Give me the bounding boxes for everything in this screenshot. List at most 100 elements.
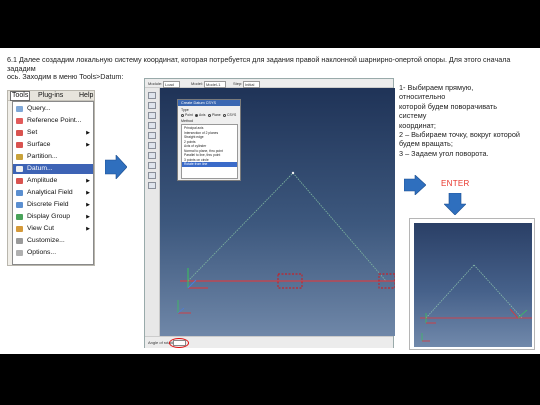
radio-axis[interactable]: Axis — [195, 113, 205, 117]
submenu-arrow-icon: ▶ — [86, 214, 90, 220]
menu-item-label: Query... — [27, 105, 51, 112]
menu-item-analytical-field[interactable]: Analytical Field ▶ — [13, 188, 93, 198]
menu-item-label: Set — [27, 129, 38, 136]
result-screenshot — [409, 218, 535, 350]
menu-item-label: Analytical Field — [27, 189, 73, 196]
surface-tool-icon[interactable] — [148, 172, 156, 179]
instructions: 1- Выбираем прямую, относительно которой… — [399, 83, 535, 158]
instruction-line: 1- Выбираем прямую, — [399, 83, 474, 92]
method-label: Method — [181, 119, 193, 123]
radio-icon — [223, 113, 226, 117]
heading-text-line3: ось. Заходим в меню Tools>Datum: — [7, 72, 124, 82]
set-tool-icon[interactable] — [148, 162, 156, 169]
menu-item-label: Amplitude — [27, 177, 58, 184]
query-tool-icon[interactable] — [148, 182, 156, 189]
reference-point-icon — [16, 118, 23, 124]
options-icon — [16, 250, 23, 256]
customize-icon — [16, 238, 23, 244]
menu-tools[interactable]: Tools — [10, 91, 31, 101]
menu-help[interactable]: Help — [79, 91, 93, 101]
menu-item-label: Discrete Field — [27, 201, 69, 208]
instruction-line: будем вращать; — [399, 139, 453, 149]
radio-point[interactable]: Point — [181, 113, 193, 117]
instruction-line: координат; — [399, 120, 436, 130]
analytical-field-icon — [16, 190, 23, 196]
instruction-line: 2 – Выбираем точку, вокруг которой — [399, 130, 521, 140]
radio-icon — [181, 113, 184, 117]
menu-item-options[interactable]: Options... — [13, 248, 93, 258]
query-icon — [16, 106, 23, 112]
menu-item-set[interactable]: Set ▶ — [13, 128, 93, 138]
model-select[interactable]: Model-1 — [204, 81, 227, 88]
submenu-arrow-icon: ▶ — [86, 178, 90, 184]
instruction-line: которой будем поворачивать — [399, 101, 498, 111]
tool-sidebar — [145, 88, 160, 336]
result-viewport — [414, 223, 532, 347]
submenu-arrow-icon: ▶ — [86, 202, 90, 208]
heading-text: 6.1 Далее создадим локальную систему коо… — [7, 55, 511, 73]
menu-item-datum[interactable]: Datum... — [13, 164, 93, 174]
instruction-line: относительно — [399, 92, 446, 102]
instruction-line: систему — [399, 111, 427, 121]
display-group-icon — [16, 214, 23, 220]
menu-item-amplitude[interactable]: Amplitude ▶ — [13, 176, 93, 186]
method-item-selected[interactable]: Rotate from line — [182, 162, 237, 167]
field-tool-icon[interactable] — [148, 112, 156, 119]
view-cut-icon — [16, 226, 23, 232]
radio-selected-icon — [195, 113, 198, 117]
menu-item-label: Customize... — [27, 237, 65, 244]
dialog-title: Create Datum CSYS — [178, 100, 240, 106]
partition-tool-icon[interactable] — [148, 142, 156, 149]
arrow-right-icon — [404, 175, 426, 195]
set-icon — [16, 130, 23, 136]
menu-item-label: Display Group — [27, 213, 71, 220]
module-select[interactable]: Load — [163, 81, 180, 88]
radio-plane[interactable]: Plane — [208, 113, 221, 117]
menu-item-display-group[interactable]: Display Group ▶ — [13, 212, 93, 222]
method-list: Principal axis Intersection of 2 planes … — [181, 124, 238, 179]
slide: 6.1 Далее создадим локальную систему коо… — [0, 48, 540, 354]
menu-item-label: Surface — [27, 141, 51, 148]
instruction-line: 3 – Задаем угол поворота. — [399, 148, 489, 158]
type-label: Type — [181, 108, 189, 112]
load-tool-icon[interactable] — [148, 92, 156, 99]
tools-menu-screenshot: Tools Plug-ins Help Query... Reference P… — [7, 90, 95, 266]
csys-tool-icon[interactable] — [148, 132, 156, 139]
datum-tool-icon[interactable] — [148, 152, 156, 159]
submenu-arrow-icon: ▶ — [86, 142, 90, 148]
model-viewport[interactable]: Create Datum CSYS Type Point Axis Plane … — [160, 88, 395, 336]
menu-item-surface[interactable]: Surface ▶ — [13, 140, 93, 150]
submenu-arrow-icon: ▶ — [86, 190, 90, 196]
menu-item-label: View Cut — [27, 225, 55, 232]
amplitude-tool-icon[interactable] — [148, 122, 156, 129]
arrow-down-icon — [444, 193, 466, 215]
menu-plugins[interactable]: Plug-ins — [38, 91, 63, 101]
model-label: Model: — [191, 81, 204, 86]
prompt-bar: Angle of rotation: — [145, 336, 393, 348]
menu-item-label: Datum... — [27, 165, 53, 172]
radio-csys[interactable]: CSYS — [223, 113, 236, 117]
surface-icon — [16, 142, 23, 148]
menubar: Tools Plug-ins Help — [8, 91, 94, 101]
bc-tool-icon[interactable] — [148, 102, 156, 109]
module-toolbar: Module: Load Model: Model-1 Step: Initia… — [145, 79, 393, 88]
step-label: Step: — [233, 81, 243, 86]
partition-icon — [16, 154, 23, 160]
step-select[interactable]: Initial — [243, 81, 261, 88]
menu-item-customize[interactable]: Customize... — [13, 236, 93, 246]
menu-item-view-cut[interactable]: View Cut ▶ — [13, 224, 93, 234]
amplitude-icon — [16, 178, 23, 184]
menu-item-query[interactable]: Query... — [13, 104, 93, 114]
menu-item-discrete-field[interactable]: Discrete Field ▶ — [13, 200, 93, 210]
enter-label: ENTER — [441, 179, 470, 188]
menu-item-label: Options... — [27, 249, 57, 256]
menu-item-label: Partition... — [27, 153, 58, 160]
radio-icon — [208, 113, 211, 117]
create-datum-csys-dialog: Create Datum CSYS Type Point Axis Plane … — [177, 99, 241, 181]
datum-icon — [16, 166, 23, 172]
highlight-circle — [169, 338, 189, 348]
menu-item-reference-point[interactable]: Reference Point... — [13, 116, 93, 126]
menu-item-partition[interactable]: Partition... — [13, 152, 93, 162]
abaqus-window: Module: Load Model: Model-1 Step: Initia… — [144, 78, 395, 348]
discrete-field-icon — [16, 202, 23, 208]
